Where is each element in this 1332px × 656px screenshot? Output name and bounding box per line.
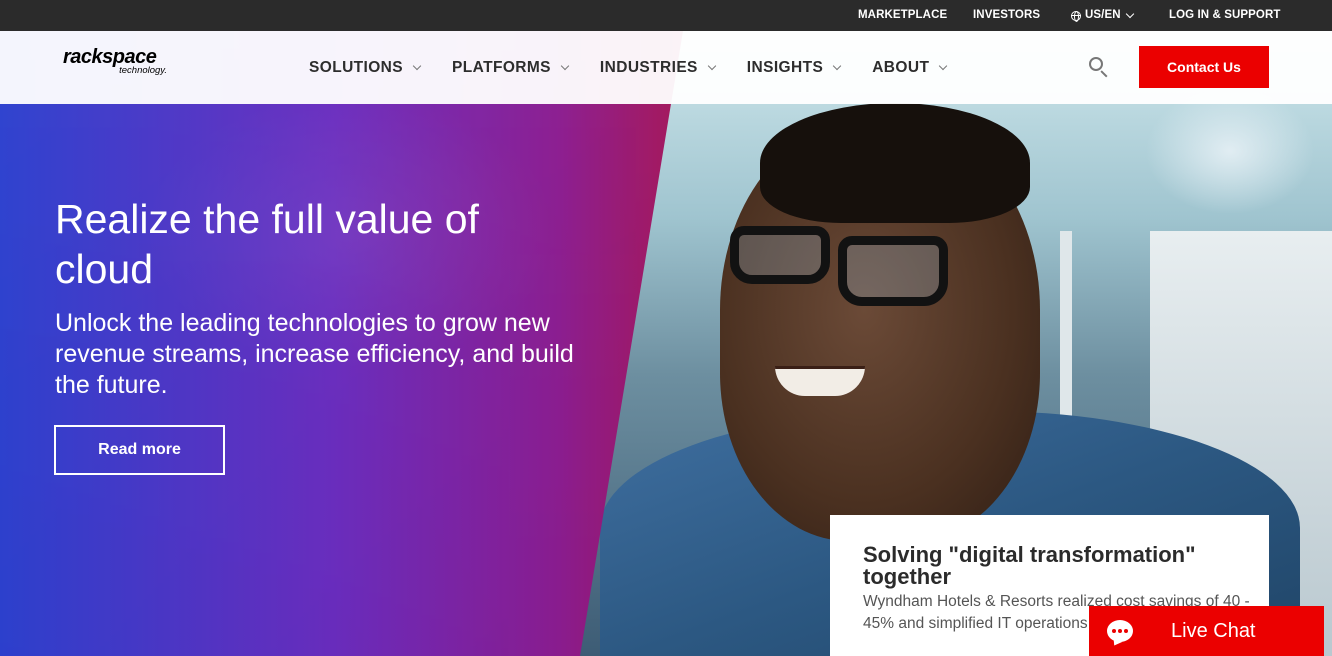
investors-link[interactable]: INVESTORS: [973, 0, 1040, 31]
glasses-lens-right: [838, 236, 948, 306]
chevron-down-icon: [560, 61, 570, 70]
globe-icon: [1071, 10, 1081, 22]
story-title: Solving "digital transformation" togethe…: [863, 542, 1196, 589]
chat-bubble-icon: [1107, 620, 1133, 642]
hero-subtitle: Unlock the leading technologies to grow …: [55, 309, 574, 399]
main-nav: SOLUTIONS PLATFORMS INDUSTRIES INSIGHTS …: [309, 31, 978, 104]
contact-us-button[interactable]: Contact Us: [1139, 46, 1269, 88]
nav-item-label: PLATFORMS: [452, 58, 551, 76]
live-chat-button[interactable]: Live Chat: [1089, 606, 1324, 656]
marketplace-link[interactable]: MARKETPLACE: [858, 0, 947, 31]
chevron-down-icon: [412, 61, 422, 70]
nav-item-label: INDUSTRIES: [599, 58, 698, 76]
utility-bar: MARKETPLACE INVESTORS US/EN LOG IN & SUP…: [0, 0, 1332, 31]
nav-item-label: INSIGHTS: [746, 58, 824, 76]
nav-item-industries[interactable]: INDUSTRIES: [599, 58, 717, 77]
nav-item-solutions[interactable]: SOLUTIONS: [309, 58, 422, 77]
glasses-lens-left: [730, 226, 830, 284]
nav-item-platforms[interactable]: PLATFORMS: [452, 58, 570, 77]
rackspace-logo[interactable]: rackspace technology.: [63, 46, 173, 86]
main-header: rackspace technology. SOLUTIONS PLATFORM…: [0, 31, 1332, 104]
search-icon[interactable]: [1088, 56, 1110, 78]
nav-item-about[interactable]: ABOUT: [872, 58, 948, 77]
chevron-down-icon: [707, 61, 717, 70]
nav-item-label: SOLUTIONS: [309, 58, 404, 76]
locale-label: US/EN: [1085, 9, 1121, 21]
chevron-down-icon: [832, 61, 842, 70]
nav-item-label: ABOUT: [872, 58, 930, 76]
read-more-button[interactable]: Read more: [54, 425, 225, 475]
nav-item-insights[interactable]: INSIGHTS: [746, 58, 842, 77]
chevron-down-icon: [1125, 9, 1134, 18]
chevron-down-icon: [939, 61, 948, 70]
locale-selector[interactable]: US/EN: [1071, 0, 1134, 31]
live-chat-label: Live Chat: [1171, 619, 1256, 642]
login-support-link[interactable]: LOG IN & SUPPORT: [1169, 0, 1281, 31]
person-hair: [760, 103, 1030, 223]
hero-title: Realize the full value of cloud: [55, 196, 479, 292]
